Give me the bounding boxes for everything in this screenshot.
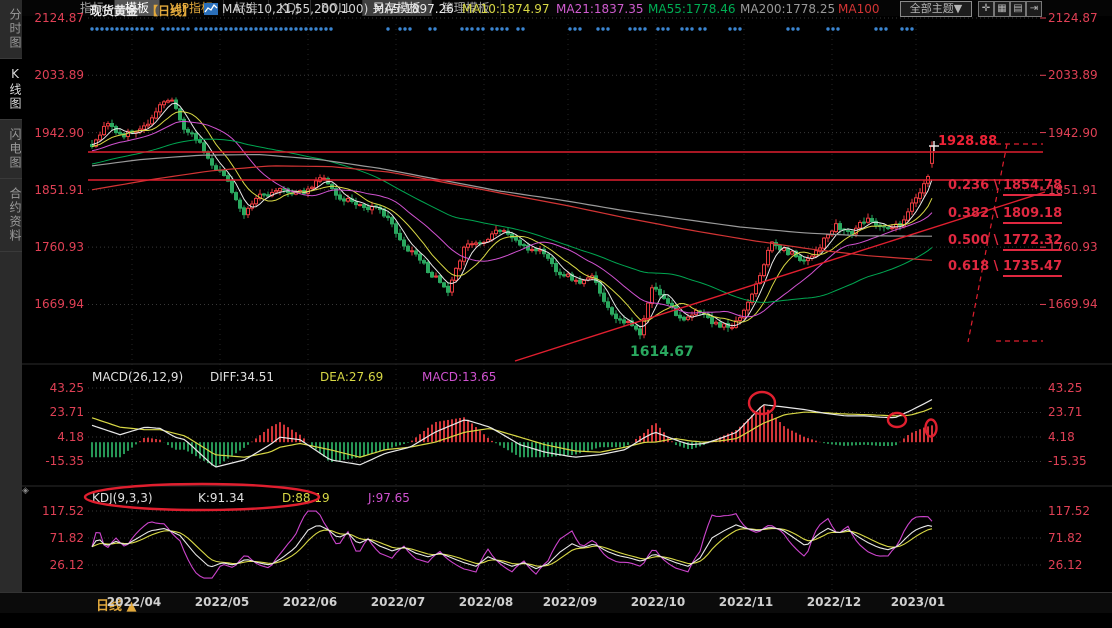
ma55-value: MA55:1778.46: [648, 2, 736, 17]
move-tool-icon[interactable]: ✛: [978, 1, 994, 17]
axis-label: 4.18: [1048, 430, 1075, 444]
macd-title: MACD(26,12,9): [92, 370, 183, 384]
axis-label: 2124.87: [1048, 11, 1098, 25]
axis-label: 2033.89: [32, 68, 84, 82]
fib-ratio: 0.618 \: [948, 259, 998, 274]
macd-diff-value: DIFF:34.51: [210, 370, 274, 384]
axis-label: 23.71: [1048, 405, 1082, 419]
ma5-value: MA5:1897.26: [374, 2, 454, 17]
axis-label: 1942.90: [32, 126, 84, 140]
axis-label: -15.35: [1048, 454, 1087, 468]
kdj-d-value: D:88.19: [282, 491, 330, 505]
axis-label: 1942.90: [1048, 126, 1098, 140]
fib-value: 1772.32: [1003, 233, 1062, 251]
low-price-label: 1614.67: [630, 344, 694, 360]
left-sidebar: 分时图 K线图 闪电图 合约资料: [0, 0, 22, 592]
month-label: 2023/01: [888, 595, 948, 609]
month-label: 2022/11: [716, 595, 776, 609]
kdj-j-value: J:97.65: [368, 491, 410, 505]
fib-ratio: 0.382 \: [948, 206, 998, 221]
axis-label: 1669.94: [1048, 297, 1098, 311]
kdj-k-value: K:91.34: [198, 491, 244, 505]
sidebar-item-contract-info[interactable]: 合约资料: [0, 179, 22, 252]
month-label: 2022/07: [368, 595, 428, 609]
fib-ratio: 0.236 \: [948, 178, 998, 193]
chart-canvas[interactable]: [0, 0, 1112, 628]
fib-level-0618: 0.618 \ 1735.47: [948, 259, 1062, 274]
axis-label: 2124.87: [32, 11, 84, 25]
ma200-value: MA200:1778.25: [740, 2, 835, 17]
month-label: 2022/05: [192, 595, 252, 609]
trading-app-window: 分时图 K线图 闪电图 合约资料 现货黄金 【日线】 MA(5,10,21,55…: [0, 0, 1112, 628]
period-tag: 【日线】: [146, 2, 194, 17]
ma10-value: MA10:1874.97: [462, 2, 550, 17]
sidebar-item-kline[interactable]: K线图: [0, 59, 22, 120]
symbol-name: 现货黄金: [90, 2, 138, 17]
month-label: 2022/06: [280, 595, 340, 609]
drawing-anchor-icon[interactable]: ◈: [22, 486, 29, 496]
high-price-label: 1928.88: [938, 134, 997, 149]
fib-level-0236: 0.236 \ 1854.78: [948, 178, 1062, 193]
macd-value: MACD:13.65: [422, 370, 496, 384]
axis-label: 71.82: [32, 531, 84, 545]
axis-label: 43.25: [32, 381, 84, 395]
month-label: 2022/10: [628, 595, 688, 609]
fib-level-0382: 0.382 \ 1809.18: [948, 206, 1062, 221]
fib-value: 1809.18: [1003, 206, 1062, 224]
fib-value: 1735.47: [1003, 259, 1062, 277]
popout-icon[interactable]: ⇥: [1026, 1, 1042, 17]
sidebar-item-flash[interactable]: 闪电图: [0, 120, 22, 179]
macd-dea-value: DEA:27.69: [320, 370, 383, 384]
month-label: 2022/09: [540, 595, 600, 609]
month-label: 2022/04: [104, 595, 164, 609]
axis-label: 1851.91: [32, 183, 84, 197]
fib-ratio: 0.500 \: [948, 233, 998, 248]
pane-layout-icon[interactable]: ▦: [994, 1, 1010, 17]
axis-label: 71.82: [1048, 531, 1082, 545]
pane-layout2-icon[interactable]: ▤: [1010, 1, 1026, 17]
ma-group-label: MA(5,10,21,55,200,100): [222, 2, 368, 17]
axis-label: 1760.93: [32, 240, 84, 254]
axis-label: 2033.89: [1048, 68, 1098, 82]
fib-level-0500: 0.500 \ 1772.32: [948, 233, 1062, 248]
axis-label: 26.12: [32, 558, 84, 572]
month-label: 2022/08: [456, 595, 516, 609]
kdj-title: KDJ(9,3,3): [92, 491, 153, 505]
axis-label: 4.18: [32, 430, 84, 444]
fib-value: 1854.78: [1003, 178, 1062, 196]
sidebar-item-timeshare[interactable]: 分时图: [0, 0, 22, 59]
month-label: 2022/12: [804, 595, 864, 609]
axis-label: 43.25: [1048, 381, 1082, 395]
theme-select-button[interactable]: 全部主题▼: [900, 1, 972, 17]
axis-label: 23.71: [32, 405, 84, 419]
ma100-label: MA100: [838, 2, 879, 17]
ma21-value: MA21:1837.35: [556, 2, 644, 17]
axis-label: 117.52: [32, 504, 84, 518]
indicator-icon: [204, 3, 218, 15]
axis-label: 1669.94: [32, 297, 84, 311]
axis-label: 26.12: [1048, 558, 1082, 572]
axis-label: -15.35: [32, 454, 84, 468]
axis-label: 117.52: [1048, 504, 1090, 518]
